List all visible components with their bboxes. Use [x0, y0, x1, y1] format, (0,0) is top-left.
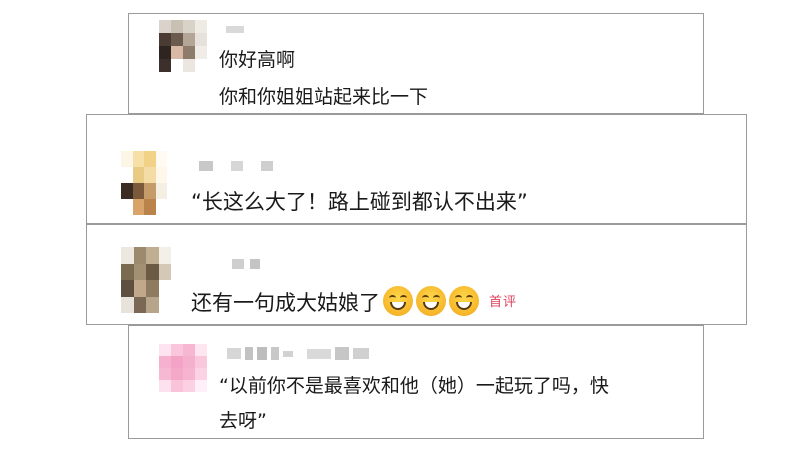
- grinning-face-icon: [416, 286, 446, 316]
- comment-line-1: 还有一句成大姑娘了 首评: [191, 286, 517, 316]
- comment-line-1: 你好高啊: [219, 49, 296, 71]
- username-blurred[interactable]: [227, 347, 373, 360]
- comment-line-2: 你和你姐姐站起来比一下: [219, 86, 429, 108]
- avatar[interactable]: [159, 20, 207, 72]
- username-blurred[interactable]: [226, 26, 248, 33]
- comment-card-2: “长这么大了！路上碰到都认不出来”: [86, 114, 747, 224]
- avatar[interactable]: [159, 344, 207, 392]
- first-comment-badge: 首评: [489, 295, 518, 310]
- comment-card-4: “以前你不是最喜欢和他（她）一起玩了吗，快 去呀”: [128, 325, 704, 439]
- comment-line-1: “以前你不是最喜欢和他（她）一起玩了吗，快: [219, 375, 609, 397]
- username-blurred[interactable]: [199, 161, 277, 171]
- grinning-face-icon: [383, 286, 413, 316]
- comment-line-2: 去呀”: [219, 410, 267, 432]
- comment-card-3: 还有一句成大姑娘了 首评: [86, 224, 747, 325]
- comment-text: 还有一句成大姑娘了: [191, 291, 380, 315]
- comment-line-1: “长这么大了！路上碰到都认不出来”: [191, 190, 528, 214]
- comment-card-1: 你好高啊 你和你姐姐站起来比一下: [128, 13, 704, 114]
- username-blurred[interactable]: [232, 259, 264, 269]
- avatar[interactable]: [121, 247, 171, 313]
- grinning-face-icon: [449, 286, 479, 316]
- avatar[interactable]: [121, 151, 167, 215]
